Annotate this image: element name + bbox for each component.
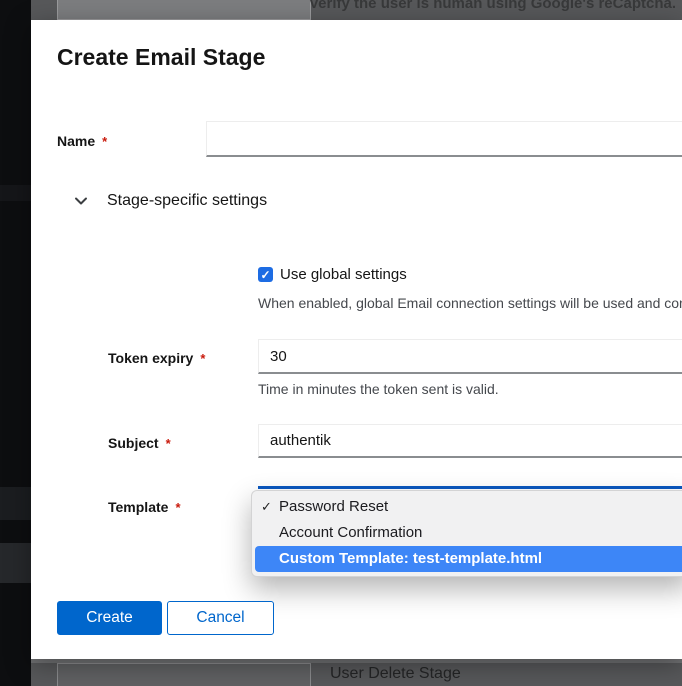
menu-item-account-confirmation[interactable]: Account Confirmation <box>252 520 682 546</box>
menu-item-custom-template[interactable]: Custom Template: test-template.html <box>255 546 682 572</box>
app-sidebar <box>0 0 31 686</box>
sidebar-item-block <box>0 487 31 520</box>
create-email-stage-modal: Create Email Stage Name* Stage-specific … <box>31 20 682 659</box>
name-label: Name* <box>57 133 107 149</box>
chevron-down-icon <box>73 193 89 209</box>
sidebar-item-block <box>0 185 31 201</box>
token-expiry-help: Time in minutes the token sent is valid. <box>258 381 499 397</box>
use-global-settings-checkbox[interactable]: ✓ <box>258 267 273 282</box>
background-text-recaptcha: Verify the user is human using Google's … <box>309 0 676 12</box>
cancel-button[interactable]: Cancel <box>167 601 274 635</box>
background-table-cell-top <box>57 0 311 20</box>
sidebar-item-block <box>0 543 31 583</box>
stage-specific-settings-expander[interactable]: Stage-specific settings <box>73 192 267 210</box>
use-global-settings-help: When enabled, global Email connection se… <box>258 295 682 311</box>
token-expiry-label: Token expiry* <box>108 350 205 366</box>
background-table-divider <box>58 9 310 10</box>
subject-label: Subject* <box>108 435 171 451</box>
template-dropdown-menu: ✓ Password Reset Account Confirmation Cu… <box>251 490 682 577</box>
name-input[interactable] <box>206 121 682 157</box>
check-icon: ✓ <box>261 494 272 520</box>
screen: Verify the user is human using Google's … <box>0 0 682 686</box>
required-asterisk: * <box>102 134 107 149</box>
required-asterisk: * <box>200 351 205 366</box>
required-asterisk: * <box>166 436 171 451</box>
use-global-settings-label: Use global settings <box>280 266 407 283</box>
use-global-settings-row: ✓ Use global settings <box>258 266 407 283</box>
menu-item-password-reset[interactable]: ✓ Password Reset <box>252 494 682 520</box>
background-table-cell-bottom <box>57 663 311 686</box>
required-asterisk: * <box>175 500 180 515</box>
subject-input[interactable] <box>258 424 682 458</box>
expander-label: Stage-specific settings <box>107 192 267 210</box>
check-icon: ✓ <box>260 269 270 281</box>
template-select-focus-border[interactable] <box>258 486 682 489</box>
modal-title: Create Email Stage <box>57 44 265 71</box>
create-button[interactable]: Create <box>57 601 162 635</box>
token-expiry-input[interactable] <box>258 339 682 374</box>
background-text-user-delete-stage: User Delete Stage <box>330 665 461 683</box>
template-label: Template* <box>108 499 181 515</box>
